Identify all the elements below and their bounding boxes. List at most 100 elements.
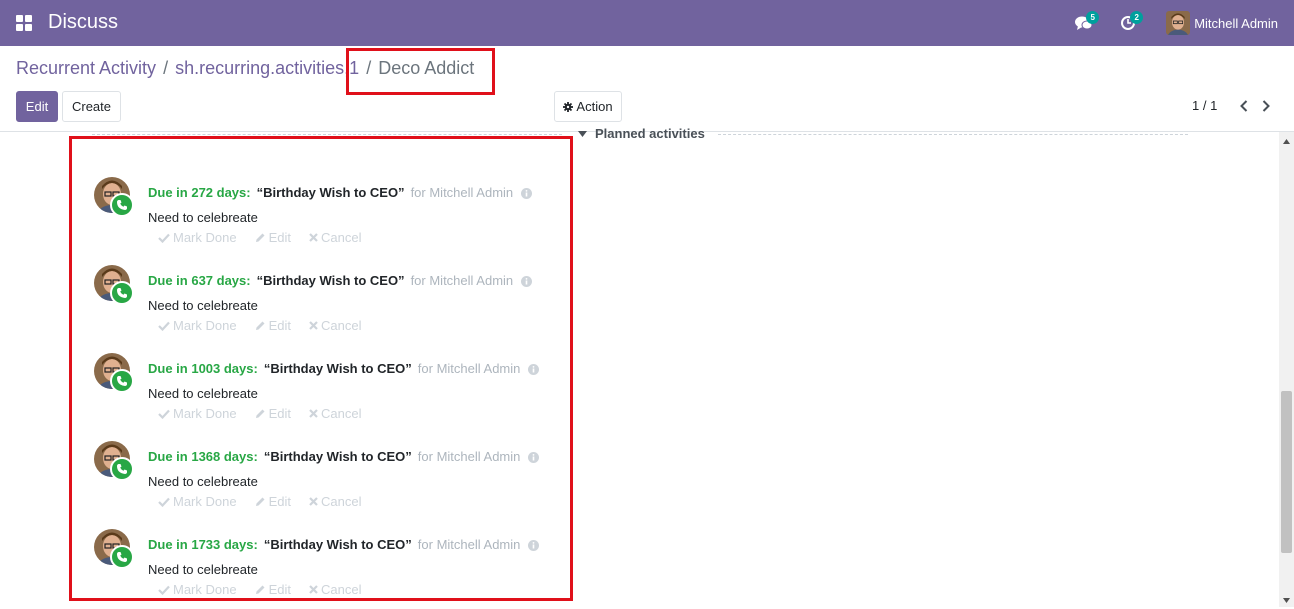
activity-summary: “Birthday Wish to CEO”: [263, 449, 412, 464]
messages-badge: 5: [1086, 11, 1100, 24]
cancel-activity-button[interactable]: Cancel: [309, 494, 361, 509]
pencil-icon: [255, 497, 265, 506]
times-icon: [309, 409, 318, 418]
planned-activities-label: Planned activities: [595, 126, 705, 141]
user-avatar: [1166, 11, 1191, 35]
activity-type-badge: [110, 457, 134, 481]
arrow-up-icon: [1283, 138, 1290, 144]
user-menu[interactable]: Mitchell Admin: [1166, 11, 1278, 35]
activities-button[interactable]: 2: [1116, 11, 1144, 35]
activity-due: Due in 272 days:: [148, 185, 251, 200]
activity-item: Due in 1368 days: “Birthday Wish to CEO” f…: [94, 441, 564, 521]
check-icon: [158, 409, 170, 419]
activity-summary: “Birthday Wish to CEO”: [256, 185, 405, 200]
activities-badge: 2: [1130, 11, 1144, 24]
times-icon: [309, 497, 318, 506]
mark-done-label: Mark Done: [173, 494, 237, 509]
times-icon: [309, 321, 318, 330]
caret-down-icon: [578, 130, 587, 137]
times-icon: [309, 585, 318, 594]
activity-summary: “Birthday Wish to CEO”: [256, 273, 405, 288]
cancel-activity-button[interactable]: Cancel: [309, 582, 361, 597]
cancel-activity-button[interactable]: Cancel: [309, 230, 361, 245]
planned-activities-toggle[interactable]: Planned activities: [578, 126, 705, 141]
edit-activity-label: Edit: [268, 406, 291, 421]
activity-note: Need to celebreate: [148, 210, 258, 225]
check-icon: [158, 497, 170, 507]
activity-item: Due in 1003 days: “Birthday Wish to CEO” f…: [94, 353, 564, 433]
pager-value[interactable]: 1 / 1: [1192, 98, 1217, 113]
activity-type-badge: [110, 545, 134, 569]
scroll-down-button[interactable]: [1279, 593, 1294, 607]
check-icon: [158, 321, 170, 331]
activity-type-badge: [110, 281, 134, 305]
edit-activity-button[interactable]: Edit: [255, 230, 291, 245]
activity-item: Due in 637 days: “Birthday Wish to CEO” fo…: [94, 265, 564, 345]
edit-activity-button[interactable]: Edit: [255, 318, 291, 333]
activity-assignee: for Mitchell Admin: [417, 537, 521, 552]
pencil-icon: [255, 585, 265, 594]
chevron-right-icon: [1262, 100, 1270, 112]
breadcrumb-item-recurrent-activity[interactable]: Recurrent Activity: [16, 58, 156, 78]
activity-type-badge: [110, 369, 134, 393]
chevron-left-icon: [1240, 100, 1248, 112]
cancel-activity-button[interactable]: Cancel: [309, 406, 361, 421]
activity-item: Due in 272 days: “Birthday Wish to CEO” fo…: [94, 177, 564, 257]
gear-icon: [563, 101, 574, 112]
mark-done-button[interactable]: Mark Done: [158, 582, 237, 597]
mark-done-button[interactable]: Mark Done: [158, 318, 237, 333]
action-button[interactable]: Action: [554, 91, 622, 122]
phone-icon: [117, 200, 127, 210]
mark-done-button[interactable]: Mark Done: [158, 494, 237, 509]
info-icon[interactable]: [521, 187, 533, 202]
edit-activity-button[interactable]: Edit: [255, 406, 291, 421]
edit-button[interactable]: Edit: [16, 91, 58, 122]
check-icon: [158, 585, 170, 595]
info-icon[interactable]: [528, 539, 540, 554]
mark-done-label: Mark Done: [173, 406, 237, 421]
action-button-label: Action: [576, 99, 613, 114]
cancel-activity-label: Cancel: [320, 582, 362, 597]
cancel-activity-label: Cancel: [320, 406, 362, 421]
activity-item: Due in 1733 days: “Birthday Wish to CEO” f…: [94, 529, 564, 609]
apps-menu-icon[interactable]: [16, 15, 32, 31]
activity-due: Due in 1368 days:: [148, 449, 258, 464]
mark-done-button[interactable]: Mark Done: [158, 406, 237, 421]
activity-summary: “Birthday Wish to CEO”: [263, 537, 412, 552]
activity-note: Need to celebreate: [148, 386, 258, 401]
check-icon: [158, 233, 170, 243]
breadcrumb-item-record[interactable]: sh.recurring.activities,1: [175, 58, 359, 78]
scrollbar-thumb[interactable]: [1281, 391, 1292, 553]
section-divider: [92, 134, 562, 135]
mark-done-label: Mark Done: [173, 582, 237, 597]
pager-previous-button[interactable]: [1237, 98, 1251, 114]
pager-next-button[interactable]: [1259, 98, 1273, 114]
info-icon[interactable]: [528, 451, 540, 466]
edit-activity-label: Edit: [268, 582, 291, 597]
info-icon[interactable]: [521, 275, 533, 290]
edit-activity-label: Edit: [268, 494, 291, 509]
cancel-activity-button[interactable]: Cancel: [309, 318, 361, 333]
edit-activity-button[interactable]: Edit: [255, 494, 291, 509]
edit-activity-label: Edit: [268, 318, 291, 333]
user-name: Mitchell Admin: [1194, 15, 1278, 31]
edit-activity-button[interactable]: Edit: [255, 582, 291, 597]
app-title[interactable]: Discuss: [48, 11, 118, 34]
arrow-down-icon: [1283, 597, 1290, 603]
phone-icon: [117, 464, 127, 474]
cancel-activity-label: Cancel: [320, 318, 362, 333]
create-button[interactable]: Create: [62, 91, 121, 122]
messages-button[interactable]: 5: [1072, 11, 1100, 35]
activity-due: Due in 637 days:: [148, 273, 251, 288]
info-icon[interactable]: [528, 363, 540, 378]
activity-assignee: for Mitchell Admin: [417, 449, 521, 464]
activity-note: Need to celebreate: [148, 474, 258, 489]
mark-done-button[interactable]: Mark Done: [158, 230, 237, 245]
edit-activity-label: Edit: [268, 230, 291, 245]
phone-icon: [117, 552, 127, 562]
scroll-up-button[interactable]: [1279, 134, 1294, 148]
section-divider: [718, 134, 1188, 135]
phone-icon: [117, 288, 127, 298]
activity-due: Due in 1003 days:: [148, 361, 258, 376]
activity-assignee: for Mitchell Admin: [417, 361, 521, 376]
